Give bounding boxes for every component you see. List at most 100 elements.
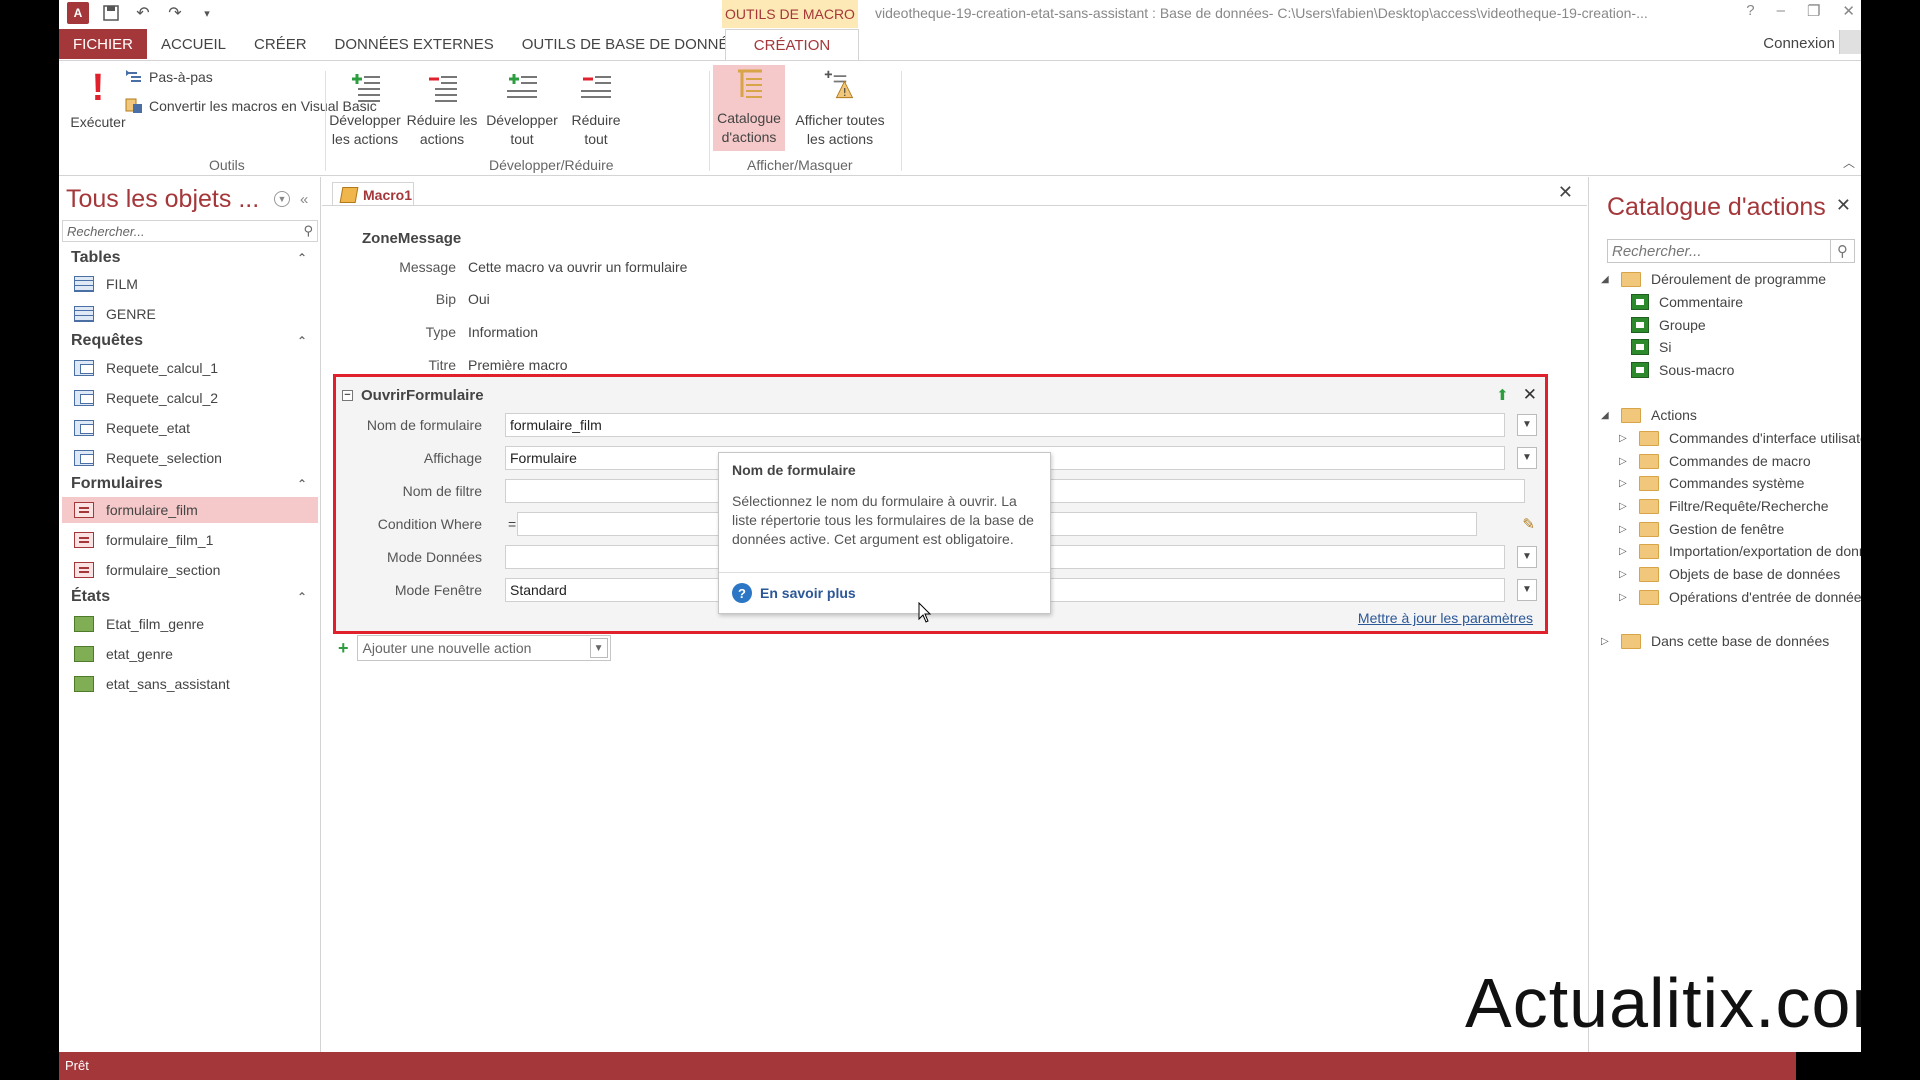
- help-icon[interactable]: ?: [1746, 2, 1754, 20]
- tree-node-category[interactable]: ▷ Filtre/Requête/Recherche: [1619, 498, 1829, 514]
- zonemessage-action-title[interactable]: ZoneMessage: [362, 230, 461, 247]
- tree-node-dans-base[interactable]: ▷ Dans cette base de données: [1601, 633, 1829, 649]
- move-up-icon[interactable]: ⬆: [1496, 386, 1509, 404]
- expanded-arrow-icon[interactable]: ◢: [1601, 410, 1611, 421]
- catalog-search-input[interactable]: Rechercher... ⚲: [1607, 239, 1855, 263]
- afficher-toutes-actions-button[interactable]: ! Afficher toutes les actions: [787, 67, 893, 149]
- nav-search-input[interactable]: Rechercher... ⚲: [62, 220, 318, 242]
- nav-item-form[interactable]: formulaire_film_1: [62, 527, 318, 553]
- collapse-action-icon[interactable]: −: [342, 390, 353, 401]
- close-window-icon[interactable]: ✕: [1842, 2, 1855, 20]
- nav-item-table[interactable]: FILM: [62, 271, 318, 297]
- collapse-nav-icon[interactable]: «: [300, 191, 308, 208]
- collapsed-arrow-icon[interactable]: ▷: [1619, 456, 1629, 467]
- reduire-tout-button[interactable]: Réduire tout: [565, 67, 627, 149]
- redo-icon[interactable]: ↷: [165, 3, 185, 23]
- tab-donnees-externes[interactable]: DONNÉES EXTERNES: [321, 29, 508, 59]
- undo-icon[interactable]: ↶: [133, 3, 153, 23]
- chevron-down-icon[interactable]: ▼: [589, 638, 608, 658]
- chevron-down-icon[interactable]: ▼: [1517, 446, 1537, 469]
- tab-creation[interactable]: CRÉATION: [725, 29, 859, 61]
- collapse-section-icon[interactable]: ⌃: [297, 477, 307, 491]
- nav-section-etats[interactable]: États ⌃: [71, 588, 317, 606]
- nav-section-requetes[interactable]: Requêtes ⌃: [71, 332, 317, 350]
- tree-item-action[interactable]: Si: [1631, 339, 1671, 355]
- developper-actions-button[interactable]: Développer les actions: [327, 67, 403, 149]
- customize-qat-icon[interactable]: ▾: [197, 3, 217, 23]
- nav-item-form[interactable]: formulaire_section: [62, 557, 318, 583]
- zonemessage-arg-row[interactable]: Bip Oui: [322, 291, 490, 307]
- tree-node-deroulement[interactable]: ◢ Déroulement de programme: [1601, 271, 1826, 287]
- nav-item-table[interactable]: GENRE: [62, 301, 318, 327]
- tree-node-category[interactable]: ▷ Opérations d'entrée de données: [1619, 589, 1861, 605]
- delete-action-icon[interactable]: ✕: [1523, 385, 1537, 405]
- restore-icon[interactable]: ❐: [1807, 2, 1820, 20]
- close-document-icon[interactable]: ✕: [1558, 182, 1573, 203]
- add-action-combobox[interactable]: Ajouter une nouvelle action ▼: [356, 635, 611, 661]
- tab-creer[interactable]: CRÉER: [240, 29, 321, 59]
- nav-item-query[interactable]: Requete_calcul_1: [62, 355, 318, 381]
- collapse-section-icon[interactable]: ⌃: [297, 251, 307, 265]
- expression-builder-icon[interactable]: ✎: [1522, 515, 1535, 533]
- pas-a-pas-button[interactable]: Pas-à-pas: [125, 69, 213, 85]
- avatar[interactable]: [1839, 30, 1861, 54]
- collapse-section-icon[interactable]: ⌃: [297, 334, 307, 348]
- collapsed-arrow-icon[interactable]: ▷: [1619, 478, 1629, 489]
- close-catalog-icon[interactable]: ✕: [1836, 195, 1851, 216]
- zonemessage-arg-row[interactable]: Type Information: [322, 324, 538, 340]
- collapsed-arrow-icon[interactable]: ▷: [1619, 569, 1629, 580]
- tab-accueil[interactable]: ACCUEIL: [147, 29, 240, 59]
- collapsed-arrow-icon[interactable]: ▷: [1619, 524, 1629, 535]
- tree-item-action[interactable]: Sous-macro: [1631, 362, 1734, 378]
- zonemessage-arg-row[interactable]: Titre Première macro: [322, 357, 568, 373]
- chevron-down-icon[interactable]: ▼: [1517, 545, 1537, 568]
- collapse-section-icon[interactable]: ⌃: [297, 590, 307, 604]
- collapse-ribbon-icon[interactable]: ︿: [1843, 154, 1855, 171]
- catalogue-actions-button[interactable]: Catalogue d'actions: [713, 65, 785, 151]
- nav-section-formulaires[interactable]: Formulaires ⌃: [71, 475, 317, 493]
- developper-tout-button[interactable]: Développer tout: [485, 67, 559, 149]
- tree-node-category[interactable]: ▷ Objets de base de données: [1619, 566, 1840, 582]
- document-tab-macro1[interactable]: Macro1: [332, 182, 414, 206]
- reduire-actions-button[interactable]: Réduire les actions: [405, 67, 479, 149]
- nav-item-report[interactable]: Etat_film_genre: [62, 611, 318, 637]
- tree-node-category[interactable]: ▷ Importation/exportation de données: [1619, 543, 1861, 559]
- save-icon[interactable]: [101, 3, 121, 23]
- tree-item-action[interactable]: Commentaire: [1631, 294, 1743, 310]
- collapsed-arrow-icon[interactable]: ▷: [1619, 592, 1629, 603]
- zonemessage-arg-row[interactable]: Message Cette macro va ouvrir un formulai…: [322, 259, 687, 275]
- expanded-arrow-icon[interactable]: ◢: [1601, 274, 1611, 285]
- collapsed-arrow-icon[interactable]: ▷: [1619, 433, 1629, 444]
- minimize-icon[interactable]: –: [1777, 2, 1785, 20]
- arg-value: Cette macro va ouvrir un formulaire: [468, 259, 688, 275]
- nav-item-query[interactable]: Requete_etat: [62, 415, 318, 441]
- nom-formulaire-combobox[interactable]: formulaire_film: [505, 412, 1505, 437]
- tree-node-category[interactable]: ▷ Commandes d'interface utilisateur: [1619, 430, 1861, 446]
- nav-section-tables[interactable]: Tables ⌃: [71, 249, 317, 267]
- collapsed-arrow-icon[interactable]: ▷: [1619, 501, 1629, 512]
- tree-node-category[interactable]: ▷ Commandes de macro: [1619, 453, 1811, 469]
- tab-fichier[interactable]: FICHIER: [59, 29, 147, 59]
- nav-pane-title[interactable]: Tous les objets ...: [66, 185, 259, 214]
- nav-item-report[interactable]: etat_genre: [62, 641, 318, 667]
- search-icon[interactable]: ⚲: [303, 223, 313, 239]
- nav-item-form-selected[interactable]: formulaire_film: [62, 497, 318, 523]
- nav-item-query[interactable]: Requete_selection: [62, 445, 318, 471]
- nav-menu-dropdown-icon[interactable]: ▼: [274, 191, 290, 207]
- tree-item-action[interactable]: Groupe: [1631, 317, 1706, 333]
- executer-button[interactable]: ! Exécuter: [65, 69, 131, 132]
- search-icon[interactable]: ⚲: [1830, 240, 1854, 262]
- sign-in-link[interactable]: Connexion: [1763, 35, 1835, 52]
- chevron-down-icon[interactable]: ▼: [1517, 413, 1537, 436]
- nav-item-query[interactable]: Requete_calcul_2: [62, 385, 318, 411]
- ouvrirformulaire-title[interactable]: − OuvrirFormulaire: [342, 387, 484, 404]
- learn-more-link[interactable]: ? En savoir plus: [732, 583, 856, 603]
- tree-node-actions[interactable]: ◢ Actions: [1601, 407, 1697, 423]
- collapsed-arrow-icon[interactable]: ▷: [1601, 636, 1611, 647]
- chevron-down-icon[interactable]: ▼: [1517, 578, 1537, 601]
- tree-node-category[interactable]: ▷ Gestion de fenêtre: [1619, 521, 1784, 537]
- collapsed-arrow-icon[interactable]: ▷: [1619, 546, 1629, 557]
- update-parameters-link[interactable]: Mettre à jour les paramètres: [1358, 610, 1533, 626]
- nav-item-report[interactable]: etat_sans_assistant: [62, 671, 318, 697]
- tree-node-category[interactable]: ▷ Commandes système: [1619, 475, 1804, 491]
